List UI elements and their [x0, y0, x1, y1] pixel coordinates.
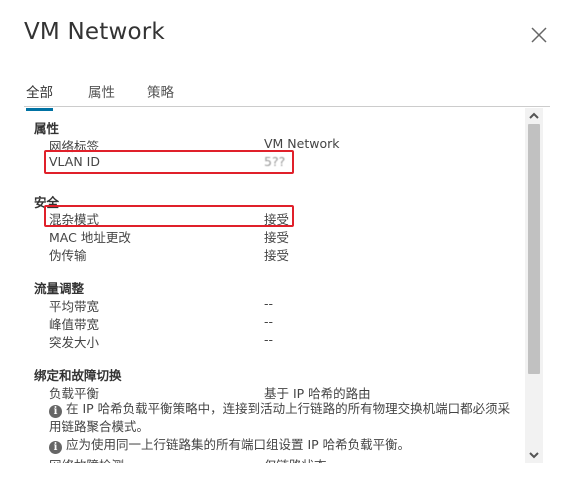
traffic-shaping-section-title: 流量调整: [34, 281, 85, 296]
forged-transmits-label: 伪传输: [49, 248, 87, 263]
ip-hash-note: i 应为使用同一上行链路集的所有端口组设置 IP 哈希负载平衡。: [49, 436, 519, 454]
failure-detection-value: 仅链路状态: [264, 455, 327, 463]
dialog-title: VM Network: [24, 19, 165, 45]
vertical-scrollbar[interactable]: [525, 108, 543, 463]
tab-properties[interactable]: 属性: [88, 81, 115, 108]
mac-change-value: 接受: [264, 230, 290, 245]
close-icon[interactable]: [530, 26, 548, 44]
tab-policies[interactable]: 策略: [147, 81, 174, 108]
avg-bandwidth-label: 平均带宽: [49, 299, 100, 314]
failure-detection-label: 网络故障检测: [49, 455, 124, 463]
teaming-section-title: 绑定和故障切换: [34, 368, 122, 383]
promiscuous-highlight-box: [44, 205, 294, 227]
avg-bandwidth-value: --: [264, 296, 274, 311]
tab-all[interactable]: 全部: [26, 81, 53, 111]
mac-change-label: MAC 地址更改: [49, 230, 131, 245]
peak-bandwidth-value: --: [264, 314, 274, 329]
properties-section-title: 属性: [34, 121, 60, 136]
forged-transmits-value: 接受: [264, 248, 290, 263]
burst-size-label: 突发大小: [49, 335, 100, 350]
tab-bar: 全部 属性 策略: [24, 76, 550, 111]
chevron-up-icon[interactable]: [525, 109, 543, 123]
info-icon: i: [49, 405, 62, 418]
peak-bandwidth-label: 峰值带宽: [49, 317, 100, 332]
vm-network-dialog: VM Network 全部 属性 策略 属性 网络标签 VM Network V…: [0, 0, 570, 485]
chevron-down-icon[interactable]: [525, 448, 543, 462]
scrollbar-thumb[interactable]: [528, 124, 540, 374]
info-icon: i: [49, 441, 62, 454]
details-content: 属性 网络标签 VM Network VLAN ID 5?? 安全 混杂模式 接…: [24, 108, 524, 463]
vlan-highlight-box: [44, 150, 294, 174]
lacp-note: i在 IP 哈希负载平衡策略中，连接到活动上行链路的所有物理交换机端口都必须采用…: [49, 400, 519, 436]
lacp-note-text: 在 IP 哈希负载平衡策略中，连接到活动上行链路的所有物理交换机端口都必须采用链…: [49, 401, 511, 434]
burst-size-value: --: [264, 332, 274, 347]
ip-hash-note-text: 应为使用同一上行链路集的所有端口组设置 IP 哈希负载平衡。: [66, 437, 411, 452]
network-value: VM Network: [264, 136, 340, 151]
